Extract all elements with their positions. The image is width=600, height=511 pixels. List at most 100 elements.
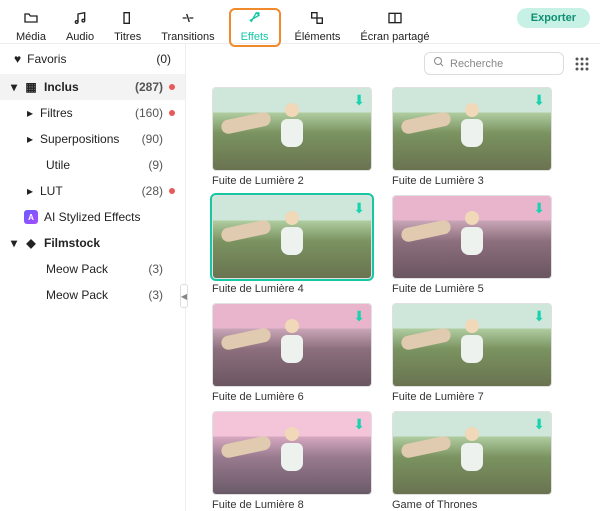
sidebar-item-label: Filmstock (44, 236, 100, 250)
caret-icon: ▾ (8, 80, 20, 94)
effect-card[interactable]: ⬇ Fuite de Lumière 2 (212, 87, 372, 187)
sidebar-item-label: LUT (40, 184, 63, 198)
sidebar-item-lut[interactable]: ▸ LUT (28) (0, 178, 185, 204)
effect-card[interactable]: ⬇Fuite de Lumière 7 (392, 303, 552, 403)
tab-écran-partagé[interactable]: Écran partagé (354, 8, 435, 47)
effects-panel: ◀ Recherche ⬇Fuite de Lumière 2⬇Fuite de… (186, 44, 600, 511)
update-dot (169, 84, 175, 90)
sidebar-item-meow-pack[interactable]: Meow Pack (3) (0, 282, 185, 308)
favorites-count: (0) (156, 52, 171, 66)
tab-icon (180, 10, 196, 29)
download-icon[interactable]: ⬇ (353, 416, 365, 433)
download-icon[interactable]: ⬇ (533, 416, 545, 433)
effect-card[interactable]: ⬇ Fuite de Lumière 8 (212, 411, 372, 511)
effect-thumbnail[interactable]: ⬇ (392, 195, 552, 279)
effect-name: Fuite de Lumière 2 (212, 175, 372, 187)
sidebar-item-inclus[interactable]: ▾ ▦ Inclus (287) (0, 74, 185, 100)
sidebar-item-label: Meow Pack (46, 288, 108, 302)
sidebar-item-ai-stylized-effects[interactable]: A AI Stylized Effects (0, 204, 185, 230)
effect-thumbnail[interactable]: ⬇ (212, 195, 372, 279)
sidebar-item-utile[interactable]: Utile (9) (0, 152, 185, 178)
sidebar-item-label: Meow Pack (46, 262, 108, 276)
tab-icon (309, 10, 325, 29)
tab-titres[interactable]: Titres (108, 8, 147, 47)
effect-name: Fuite de Lumière 4 (212, 283, 372, 295)
sidebar-item-count: (287) (135, 80, 163, 94)
effect-card[interactable]: ⬇ Fuite de Lumière 5 (392, 195, 552, 295)
update-dot (169, 214, 175, 220)
sidebar-item-label: Superpositions (40, 132, 119, 146)
sidebar-item-label: Filtres (40, 106, 73, 120)
effect-name: Fuite de Lumière 3 (392, 175, 552, 187)
download-icon[interactable]: ⬇ (533, 92, 545, 109)
effect-card[interactable]: ⬇ Fuite de Lumière 4 (212, 195, 372, 295)
top-tab-bar: MédiaAudioTitresTransitionsEffetsÉlément… (0, 0, 600, 44)
download-icon[interactable]: ⬇ (353, 200, 365, 217)
caret-icon: ▸ (24, 132, 36, 146)
sidebar-item-filtres[interactable]: ▸ Filtres (160) (0, 100, 185, 126)
effect-thumbnail[interactable]: ⬇ (392, 303, 552, 387)
effect-thumbnail[interactable]: ⬇ (212, 411, 372, 495)
sidebar-item-meow-pack[interactable]: Meow Pack (3) (0, 256, 185, 282)
sidebar-item-label: AI Stylized Effects (44, 210, 141, 224)
tab-icon (23, 10, 39, 29)
ai-icon: A (24, 210, 38, 224)
download-icon[interactable]: ⬇ (533, 200, 545, 217)
effect-name: Fuite de Lumière 5 (392, 283, 552, 295)
search-icon (433, 56, 445, 71)
grid-view-icon[interactable] (574, 56, 590, 72)
sidebar-favorites[interactable]: ♥ Favoris (0) (0, 44, 185, 74)
sidebar-item-count: (28) (142, 184, 163, 198)
effect-card[interactable]: ⬇ Fuite de Lumière 3 (392, 87, 552, 187)
effect-thumbnail[interactable]: ⬇ (212, 303, 372, 387)
favorites-label: Favoris (27, 52, 66, 66)
effect-name: Game of Thrones (392, 499, 552, 511)
update-dot (169, 110, 175, 116)
collapse-sidebar-handle[interactable]: ◀ (180, 284, 188, 308)
update-dot (169, 240, 175, 246)
grid-icon: ▦ (24, 80, 38, 94)
tab-icon (387, 10, 403, 29)
effect-thumbnail[interactable]: ⬇ (392, 411, 552, 495)
effect-card[interactable]: ⬇ Game of Thrones (392, 411, 552, 511)
export-button[interactable]: Exporter (517, 8, 590, 28)
sidebar-item-superpositions[interactable]: ▸ Superpositions (90) (0, 126, 185, 152)
effect-name: Fuite de Lumière 8 (212, 499, 372, 511)
search-placeholder: Recherche (450, 58, 503, 70)
sidebar-item-count: (160) (135, 106, 163, 120)
tab-audio[interactable]: Audio (60, 8, 100, 47)
effect-name: Fuite de Lumière 6 (212, 391, 372, 403)
tab-icon (120, 10, 136, 29)
sidebar-item-filmstock[interactable]: ▾ ◆ Filmstock (0, 230, 185, 256)
effect-card[interactable]: ⬇ Fuite de Lumière 6 (212, 303, 372, 403)
effect-thumbnail[interactable]: ⬇ (212, 87, 372, 171)
update-dot (169, 188, 175, 194)
heart-icon: ♥ (14, 52, 21, 66)
sidebar-item-count: (3) (148, 288, 163, 302)
tab-transitions[interactable]: Transitions (155, 8, 220, 47)
effect-thumbnail[interactable]: ⬇ (392, 87, 552, 171)
sidebar-item-count: (3) (148, 262, 163, 276)
sidebar-item-count: (90) (142, 132, 163, 146)
tab-média[interactable]: Média (10, 8, 52, 47)
tab-icon (72, 10, 88, 29)
sidebar-item-label: Utile (46, 158, 70, 172)
update-dot (169, 292, 175, 298)
search-input[interactable]: Recherche (424, 52, 564, 75)
download-icon[interactable]: ⬇ (353, 92, 365, 109)
sidebar-item-count: (9) (148, 158, 163, 172)
tab-effets[interactable]: Effets (229, 8, 281, 47)
update-dot (169, 136, 175, 142)
diamond-icon: ◆ (24, 236, 38, 250)
caret-icon: ▾ (8, 236, 20, 250)
tab-éléments[interactable]: Éléments (289, 8, 347, 47)
caret-icon: ▸ (24, 106, 36, 120)
update-dot (169, 162, 175, 168)
download-icon[interactable]: ⬇ (533, 308, 545, 325)
sidebar-item-label: Inclus (44, 80, 79, 94)
effects-sidebar: ♥Favoris (0) ▾▦Inclus(287)▸Filtres(160)▸… (0, 44, 186, 511)
download-icon[interactable]: ⬇ (353, 308, 365, 325)
update-dot (169, 266, 175, 272)
caret-icon: ▸ (24, 184, 36, 198)
tab-icon (247, 10, 263, 29)
